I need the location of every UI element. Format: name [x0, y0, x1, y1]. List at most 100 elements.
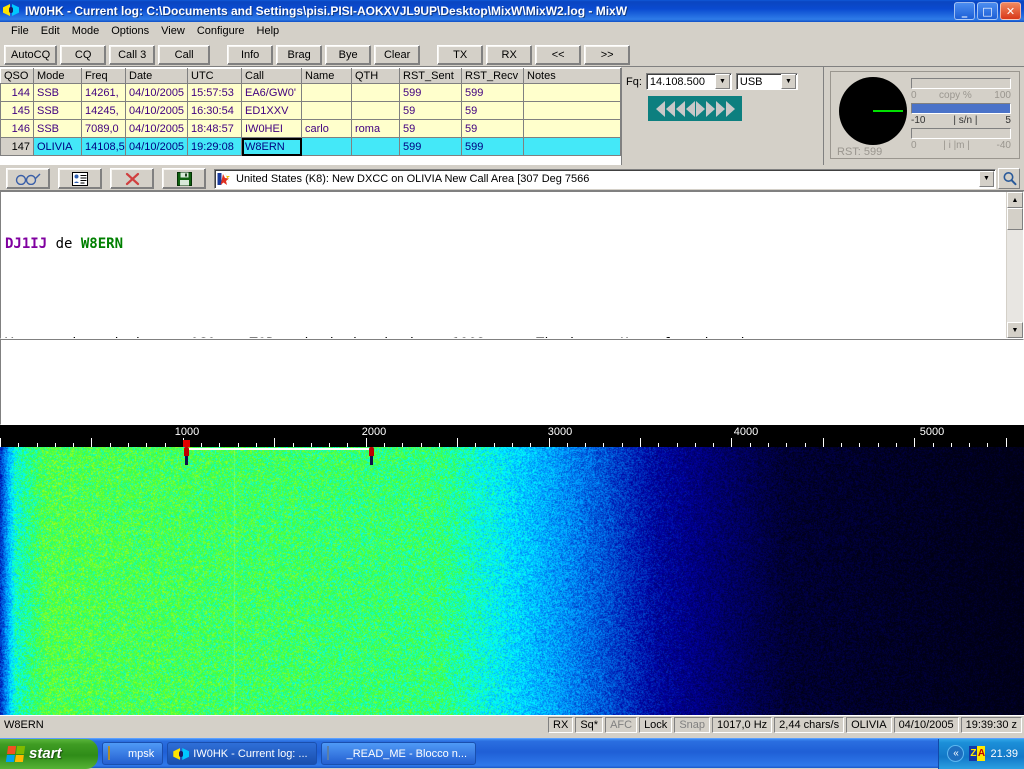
zonealarm-icon[interactable]: Z A	[969, 746, 985, 761]
close-button[interactable]: ✕	[1000, 2, 1021, 20]
menu-item-edit[interactable]: Edit	[35, 24, 66, 38]
qso-log-table[interactable]: QSO Mode Freq Date UTC Call Name QTH RST…	[0, 67, 622, 165]
status-squelch[interactable]: Sq*	[575, 717, 603, 733]
frequency-ruler[interactable]: 1000 2000 3000 4000 5000	[0, 425, 1024, 447]
save-icon-button[interactable]	[162, 168, 206, 189]
rx-button[interactable]: RX	[486, 45, 532, 65]
frequency-combobox[interactable]: 14.108.500 ▼	[646, 73, 732, 90]
taskbar-item-label: mpsk	[128, 748, 154, 760]
ruler-label-2000: 2000	[362, 426, 386, 438]
chevron-down-icon[interactable]: ▼	[715, 74, 730, 89]
col-header-rst-sent[interactable]: RST_Sent	[400, 69, 462, 84]
col-header-utc[interactable]: UTC	[188, 69, 242, 84]
table-row[interactable]: 145 SSB 14245, 04/10/2005 16:30:54 ED1XX…	[1, 102, 621, 120]
imd-bar	[911, 128, 1011, 139]
col-header-mode[interactable]: Mode	[34, 69, 82, 84]
marker-left-icon[interactable]	[184, 447, 189, 465]
call-button[interactable]: Call	[158, 45, 210, 65]
cell-freq: 14108,5	[82, 138, 126, 156]
table-row[interactable]: 146 SSB 7089,0 04/10/2005 18:48:57 IW0HE…	[1, 120, 621, 138]
tuning-arrows-indicator[interactable]	[648, 96, 742, 121]
cell-utc: 16:30:54	[188, 102, 242, 120]
tx-button[interactable]: TX	[437, 45, 483, 65]
scroll-down-button[interactable]: ▼	[1007, 322, 1023, 338]
bye-button[interactable]: Bye	[325, 45, 371, 65]
col-header-date[interactable]: Date	[126, 69, 188, 84]
cq-button[interactable]: CQ	[60, 45, 106, 65]
scrollbar-thumb[interactable]	[1007, 208, 1023, 230]
col-header-qth[interactable]: QTH	[352, 69, 400, 84]
marker-right-icon[interactable]	[369, 447, 374, 465]
cell-rst-recv: 599	[462, 84, 524, 102]
cell-call-focused[interactable]: W8ERN	[242, 138, 302, 156]
status-lock[interactable]: Lock	[639, 717, 672, 733]
minimize-button[interactable]: _	[954, 2, 975, 20]
cell-name	[302, 102, 352, 120]
dxcc-toolbar: United States (K8): New DXCC on OLIVIA N…	[0, 165, 1024, 191]
search-icon-button[interactable]	[998, 168, 1020, 189]
arrow-left-icon	[656, 101, 665, 117]
autocq-button[interactable]: AutoCQ	[4, 45, 57, 65]
folder-icon	[108, 747, 123, 760]
status-mode[interactable]: OLIVIA	[846, 717, 891, 733]
col-header-freq[interactable]: Freq	[82, 69, 126, 84]
status-snap[interactable]: Snap	[674, 717, 710, 733]
table-row[interactable]: 144 SSB 14261, 04/10/2005 15:57:53 EA6/G…	[1, 84, 621, 102]
cell-qso: 147	[1, 138, 34, 156]
system-tray: « Z A 21.39	[938, 739, 1024, 769]
start-button[interactable]: start	[0, 739, 98, 769]
taskbar-item-readme[interactable]: _READ_ME - Blocco n...	[321, 742, 476, 765]
menu-item-options[interactable]: Options	[105, 24, 155, 38]
prev-button[interactable]: <<	[535, 45, 581, 65]
menu-item-help[interactable]: Help	[251, 24, 286, 38]
phase-scope[interactable]	[839, 77, 907, 145]
arrow-left-icon	[666, 101, 675, 117]
menu-item-file[interactable]: File	[5, 24, 35, 38]
next-button[interactable]: >>	[584, 45, 630, 65]
cell-date: 04/10/2005	[126, 138, 188, 156]
col-header-name[interactable]: Name	[302, 69, 352, 84]
maximize-button[interactable]: □	[977, 2, 998, 20]
col-header-notes[interactable]: Notes	[524, 69, 621, 84]
windows-taskbar: start mpsk IW0HK - Current log: ... _REA…	[0, 738, 1024, 768]
scroll-up-button[interactable]: ▲	[1007, 192, 1023, 208]
table-row-selected[interactable]: 147 OLIVIA 14108,5 04/10/2005 19:29:08 W…	[1, 138, 621, 156]
status-afc[interactable]: AFC	[605, 717, 637, 733]
chevron-left-icon[interactable]: «	[947, 745, 964, 762]
waterfall-canvas[interactable]	[0, 447, 1024, 715]
taskbar-item-mixw[interactable]: IW0HK - Current log: ...	[167, 742, 316, 765]
dxcc-info-combobox[interactable]: United States (K8): New DXCC on OLIVIA N…	[214, 169, 996, 189]
cell-rst-sent: 59	[400, 120, 462, 138]
menu-item-mode[interactable]: Mode	[66, 24, 106, 38]
col-header-call[interactable]: Call	[242, 69, 302, 84]
log-and-panels-row: QSO Mode Freq Date UTC Call Name QTH RST…	[0, 67, 1024, 165]
chevron-down-icon[interactable]: ▼	[781, 74, 796, 89]
card-icon	[72, 172, 88, 186]
cell-call: IW0HEI	[242, 120, 302, 138]
status-rx[interactable]: RX	[548, 717, 573, 733]
glasses-icon-button[interactable]	[6, 168, 50, 189]
dxcc-info-text: United States (K8): New DXCC on OLIVIA N…	[236, 173, 979, 185]
info-button[interactable]: Info	[227, 45, 273, 65]
chevron-down-icon[interactable]: ▼	[979, 171, 994, 187]
col-header-rst-recv[interactable]: RST_Recv	[462, 69, 524, 84]
waterfall-display[interactable]: 1000 2000 3000 4000 5000	[0, 425, 1024, 715]
transmit-text-pane[interactable]	[0, 339, 1024, 425]
clear-button[interactable]: Clear	[374, 45, 420, 65]
qsl-card-icon-button[interactable]	[58, 168, 102, 189]
tray-clock: 21.39	[990, 748, 1018, 760]
brag-button[interactable]: Brag	[276, 45, 322, 65]
ruler-tick	[274, 438, 275, 447]
taskbar-item-mpsk[interactable]: mpsk	[102, 742, 163, 765]
cell-qso: 145	[1, 102, 34, 120]
receive-text-pane[interactable]: DJ1IJ de W8ERN Yes, we have had many QSO…	[0, 191, 1024, 339]
menu-item-view[interactable]: View	[155, 24, 191, 38]
delete-icon-button[interactable]	[110, 168, 154, 189]
col-header-qso[interactable]: QSO	[1, 69, 34, 84]
call3-button[interactable]: Call 3	[109, 45, 155, 65]
search-icon	[1002, 171, 1017, 186]
menu-item-configure[interactable]: Configure	[191, 24, 251, 38]
cell-mode: OLIVIA	[34, 138, 82, 156]
rx-vertical-scrollbar[interactable]: ▲ ▼	[1006, 192, 1023, 338]
sideband-combobox[interactable]: USB ▼	[736, 73, 798, 90]
